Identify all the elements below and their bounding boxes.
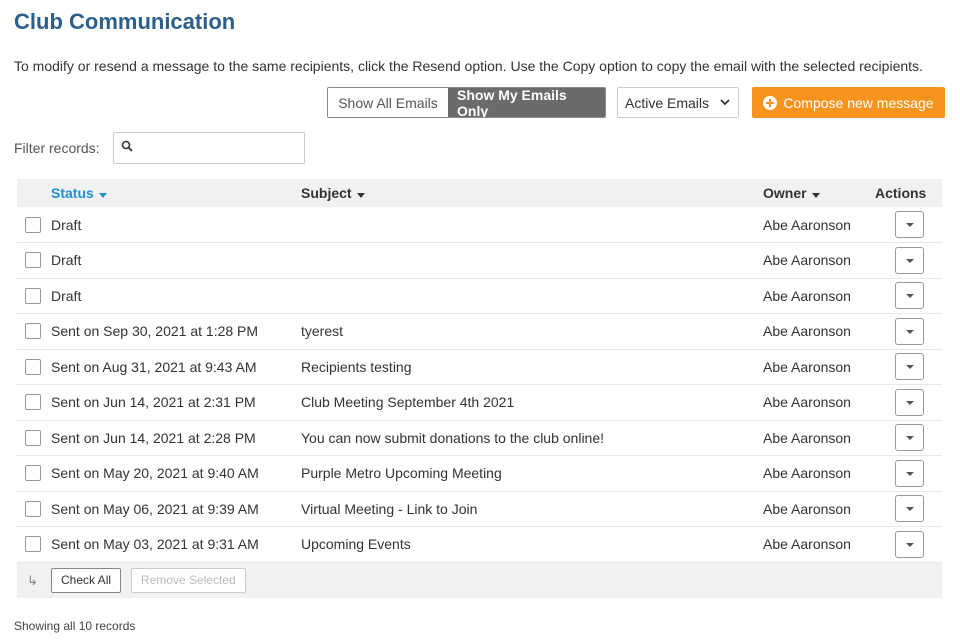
table-row: Draft Abe Aaronson [17,243,942,279]
status-cell: Sent on Sep 30, 2021 at 1:28 PM [51,323,259,340]
table-footer-row: ↳ Check All Remove Selected [17,562,942,598]
row-actions-dropdown[interactable] [895,282,924,310]
compose-message-button[interactable]: Compose new message [752,87,945,118]
owner-column-header[interactable]: Owner [763,179,875,207]
row-actions-dropdown[interactable] [895,530,924,558]
row-actions-dropdown[interactable] [895,459,924,487]
row-checkbox[interactable] [25,323,41,340]
owner-cell: Abe Aaronson [763,465,851,482]
subject-cell: Recipients testing [301,358,412,375]
row-actions-dropdown[interactable] [895,353,924,381]
status-cell: Sent on Jun 14, 2021 at 2:28 PM [51,429,256,446]
subject-cell: tyerest [301,323,344,340]
table-row: Draft Abe Aaronson [17,207,942,243]
owner-cell: Abe Aaronson [763,500,851,517]
subject-cell [301,243,763,279]
status-cell: Draft [51,287,82,304]
row-checkbox[interactable] [25,252,41,269]
email-view-toggle: Show All Emails Show My Emails Only [327,87,606,118]
compose-label: Compose new message [783,94,934,111]
row-actions-dropdown[interactable] [895,424,924,452]
status-cell: Sent on Aug 31, 2021 at 9:43 AM [51,358,257,375]
row-checkbox[interactable] [25,358,41,375]
search-icon [121,140,133,152]
sort-caret-icon [356,192,365,198]
show-my-emails-button[interactable]: Show My Emails Only [448,88,605,117]
status-cell: Sent on May 20, 2021 at 9:40 AM [51,465,259,482]
status-column-header[interactable]: Status [51,179,301,207]
check-all-button[interactable]: Check All [51,567,122,593]
table-row: Draft Abe Aaronson [17,278,942,314]
subject-cell: Purple Metro Upcoming Meeting [301,465,502,482]
owner-cell: Abe Aaronson [763,394,851,411]
row-actions-dropdown[interactable] [895,246,924,274]
table-header-row: Status Subject Owner Actions [17,179,942,207]
row-checkbox[interactable] [25,394,41,411]
row-actions-dropdown[interactable] [895,317,924,345]
status-cell: Sent on Jun 14, 2021 at 2:31 PM [51,394,256,411]
table-row: Sent on May 06, 2021 at 9:39 AM Virtual M… [17,491,942,527]
table-row: Sent on Jun 14, 2021 at 2:28 PM You can n… [17,420,942,456]
status-cell: Draft [51,216,82,233]
chevron-down-icon [720,99,730,106]
owner-cell: Abe Aaronson [763,429,851,446]
plus-circle-icon [763,95,778,110]
subject-cell [301,278,763,314]
row-checkbox[interactable] [25,216,41,233]
sort-caret-icon [98,192,107,198]
owner-cell: Abe Aaronson [763,358,851,375]
row-checkbox[interactable] [25,429,41,446]
status-cell: Sent on May 06, 2021 at 9:39 AM [51,500,259,517]
records-count: Showing all 10 records [14,619,136,633]
subject-column-header[interactable]: Subject [301,179,763,207]
communications-table: Status Subject Owner Actions Draft Abe Aa… [17,179,942,598]
row-checkbox[interactable] [25,465,41,482]
row-checkbox[interactable] [25,500,41,517]
table-row: Sent on Sep 30, 2021 at 1:28 PM tyerest Ab… [17,314,942,349]
filter-input[interactable] [138,135,300,161]
owner-cell: Abe Aaronson [763,287,851,304]
email-status-value: Active Emails [625,94,710,111]
row-actions-dropdown[interactable] [895,388,924,416]
status-cell: Sent on May 03, 2021 at 9:31 AM [51,536,259,553]
subject-cell: Club Meeting September 4th 2021 [301,394,515,411]
email-status-select[interactable]: Active Emails [617,87,739,118]
table-row: Sent on Jun 14, 2021 at 2:31 PM Club Meet… [17,385,942,420]
filter-label: Filter records: [14,140,100,156]
row-actions-dropdown[interactable] [895,495,924,523]
table-row: Sent on May 03, 2021 at 9:31 AM Upcoming … [17,527,942,562]
table-row: Sent on May 20, 2021 at 9:40 AM Purple Me… [17,456,942,491]
row-actions-dropdown[interactable] [895,211,924,238]
subject-cell: Upcoming Events [301,536,411,553]
row-checkbox[interactable] [25,287,41,304]
subject-cell: You can now submit donations to the club… [301,429,605,446]
status-cell: Draft [51,252,82,269]
owner-cell: Abe Aaronson [763,252,851,269]
row-checkbox[interactable] [25,536,41,553]
owner-cell: Abe Aaronson [763,216,851,233]
owner-cell: Abe Aaronson [763,323,851,340]
filter-field[interactable] [113,132,305,164]
actions-column-header: Actions [875,185,927,201]
intro-text: To modify or resend a message to the sam… [14,58,923,74]
owner-cell: Abe Aaronson [763,536,851,553]
subject-cell [301,207,763,243]
show-all-emails-button[interactable]: Show All Emails [328,88,448,117]
return-arrow-icon: ↳ [27,572,38,588]
table-row: Sent on Aug 31, 2021 at 9:43 AM Recipient… [17,349,942,385]
subject-cell: Virtual Meeting - Link to Join [301,500,478,517]
page-title: Club Communication [14,9,236,34]
remove-selected-button[interactable]: Remove Selected [130,567,246,593]
sort-caret-icon [811,192,820,198]
